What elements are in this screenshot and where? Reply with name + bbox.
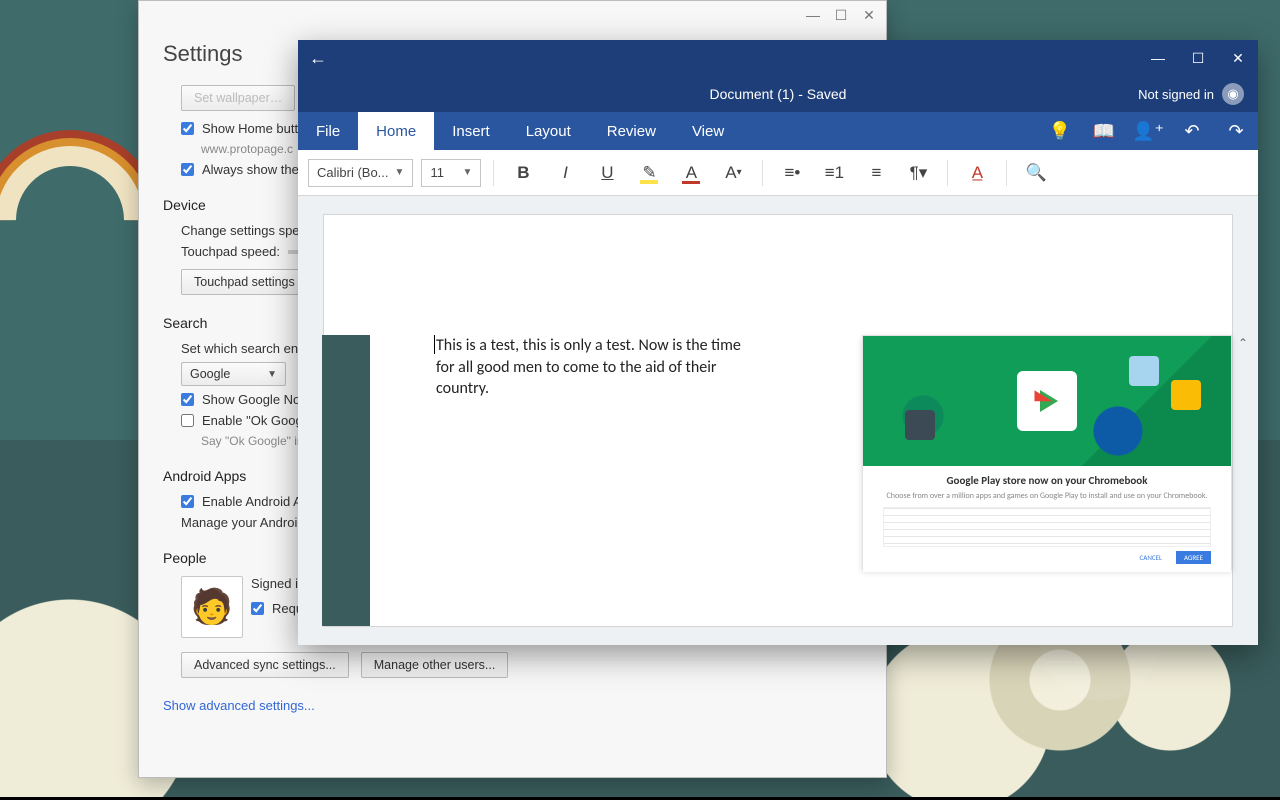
show-home-button-label: Show Home button: [202, 121, 313, 136]
minimize-icon[interactable]: —: [802, 5, 824, 25]
play-heading: Google Play store now on your Chromebook: [883, 474, 1211, 487]
document-body-text[interactable]: This is a test, this is only a test. Now…: [436, 335, 756, 400]
tab-review[interactable]: Review: [589, 112, 674, 150]
image-bleed: [322, 335, 370, 626]
inserted-image[interactable]: Google Play store now on your Chromebook…: [862, 335, 1232, 570]
styles-icon[interactable]: A̲: [960, 158, 994, 188]
touchpad-settings-button[interactable]: Touchpad settings: [181, 269, 308, 295]
align-icon[interactable]: ≡: [859, 158, 893, 188]
ribbon-tabs: File Home Insert Layout Review View 💡 📖 …: [298, 112, 1258, 150]
word-titlebar: ← — ☐ ✕: [298, 40, 1258, 76]
word-docbar: Document (1) - Saved Not signed in ◉: [298, 76, 1258, 112]
word-maximize-icon[interactable]: ☐: [1178, 40, 1218, 76]
advanced-sync-button[interactable]: Advanced sync settings...: [181, 652, 349, 678]
window-controls: — ☐ ✕: [802, 5, 880, 25]
terms-text-block: [883, 507, 1211, 547]
set-wallpaper-button[interactable]: Set wallpaper…: [181, 85, 295, 111]
italic-icon[interactable]: I: [548, 158, 582, 188]
always-show-checkbox[interactable]: [181, 163, 194, 176]
cancel-button[interactable]: CANCEL: [1132, 551, 1170, 564]
show-home-button-checkbox[interactable]: [181, 122, 194, 135]
maximize-icon[interactable]: ☐: [830, 5, 852, 25]
tab-file[interactable]: File: [298, 112, 358, 150]
enable-android-label: Enable Android Ap: [202, 494, 309, 509]
highlight-icon[interactable]: ✎: [632, 158, 666, 188]
touchpad-speed-label: Touchpad speed:: [181, 244, 280, 259]
require-password-checkbox[interactable]: [251, 602, 264, 615]
word-minimize-icon[interactable]: —: [1138, 40, 1178, 76]
font-name-select[interactable]: Calibri (Bo...▼: [308, 159, 413, 187]
enable-ok-google-checkbox[interactable]: [181, 414, 194, 427]
underline-icon[interactable]: U: [590, 158, 624, 188]
ribbon: Calibri (Bo...▼ 11▼ B I U ✎ A A▾ ≡• ≡1 ≡…: [298, 150, 1258, 196]
manage-users-button[interactable]: Manage other users...: [361, 652, 509, 678]
more-font-icon[interactable]: A▾: [716, 158, 750, 188]
close-icon[interactable]: ✕: [858, 5, 880, 25]
tab-view[interactable]: View: [674, 112, 742, 150]
user-avatar[interactable]: 🧑: [181, 576, 243, 638]
font-color-icon[interactable]: A: [674, 158, 708, 188]
bold-icon[interactable]: B: [506, 158, 540, 188]
tab-layout[interactable]: Layout: [508, 112, 589, 150]
play-store-icon: [1017, 371, 1077, 431]
font-size-value: 11: [430, 165, 444, 180]
show-google-now-checkbox[interactable]: [181, 393, 194, 406]
share-icon[interactable]: 👤⁺: [1126, 112, 1170, 150]
search-icon[interactable]: 🔍: [1019, 158, 1053, 188]
numbering-icon[interactable]: ≡1: [817, 158, 851, 188]
always-show-label: Always show the b: [202, 162, 310, 177]
word-close-icon[interactable]: ✕: [1218, 40, 1258, 76]
show-google-now-label: Show Google Now: [202, 392, 310, 407]
undo-icon[interactable]: ↶: [1170, 112, 1214, 150]
collapse-ribbon-icon[interactable]: ⌃: [1238, 336, 1248, 350]
play-sub: Choose from over a million apps and game…: [883, 491, 1211, 501]
word-window: ← — ☐ ✕ Document (1) - Saved Not signed …: [298, 40, 1258, 645]
document-title: Document (1) - Saved: [298, 86, 1258, 102]
document-area[interactable]: This is a test, this is only a test. Now…: [298, 196, 1258, 645]
enable-ok-google-label: Enable "Ok Google: [202, 413, 313, 428]
document-page[interactable]: This is a test, this is only a test. Now…: [323, 214, 1233, 627]
search-engine-select[interactable]: Google ▼: [181, 362, 286, 386]
paragraph-icon[interactable]: ¶▾: [901, 158, 935, 188]
not-signed-in-label[interactable]: Not signed in: [1138, 87, 1214, 102]
lightbulb-icon[interactable]: 💡: [1038, 112, 1082, 150]
back-arrow-icon[interactable]: ←: [298, 48, 338, 69]
tab-home[interactable]: Home: [358, 112, 434, 150]
bullets-icon[interactable]: ≡•: [775, 158, 809, 188]
reading-view-icon[interactable]: 📖: [1082, 112, 1126, 150]
agree-button[interactable]: AGREE: [1176, 551, 1211, 564]
chevron-down-icon: ▼: [267, 369, 277, 380]
enable-android-checkbox[interactable]: [181, 495, 194, 508]
user-icon[interactable]: ◉: [1222, 83, 1244, 105]
tab-insert[interactable]: Insert: [434, 112, 508, 150]
font-name-value: Calibri (Bo...: [317, 165, 389, 180]
font-size-select[interactable]: 11▼: [421, 159, 481, 187]
show-advanced-link[interactable]: Show advanced settings...: [163, 698, 315, 713]
search-engine-value: Google: [190, 367, 230, 381]
redo-icon[interactable]: ↷: [1214, 112, 1258, 150]
